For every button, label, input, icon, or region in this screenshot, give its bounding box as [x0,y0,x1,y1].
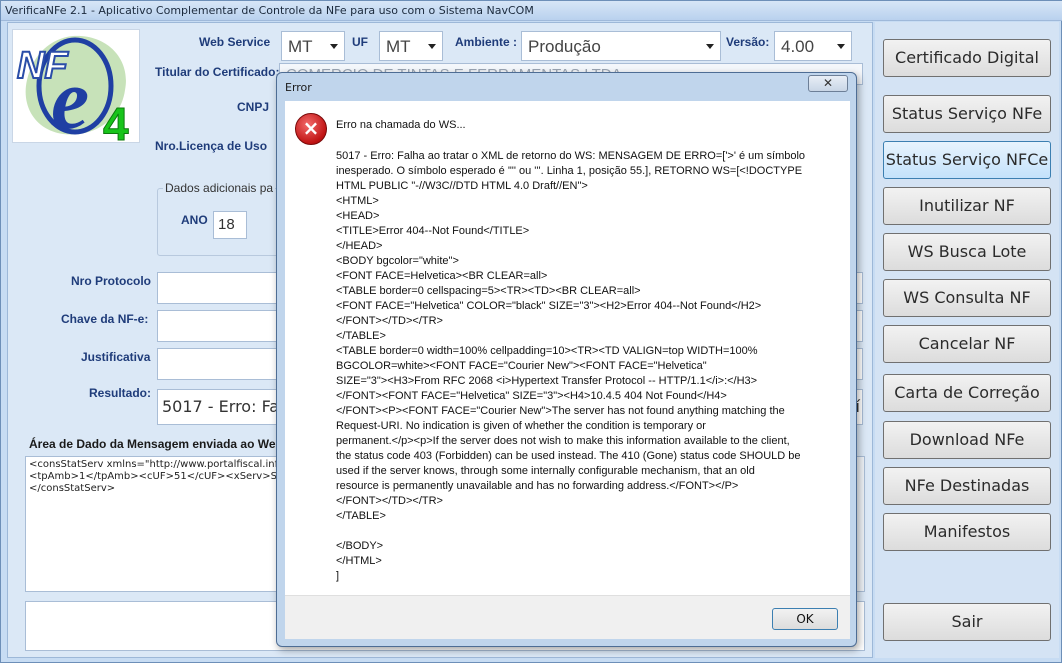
ws-busca-lote-button[interactable]: WS Busca Lote [883,233,1051,271]
dialog-message: 5017 - Erro: Falha ao tratar o XML de re… [336,149,841,584]
message-line: <TABLE border=0 cellspacing=5><TR><TD><B… [336,285,641,297]
status-servico-nfe-button[interactable]: Status Serviço NFe [883,95,1051,133]
close-icon: ✕ [822,76,834,90]
message-line: </BODY> [336,540,384,552]
message-line: BGCOLOR=white><FONT FACE="Courier New"><… [336,360,707,372]
message-line: inesperado. O símbolo esperado é '"' ou … [336,165,803,177]
sair-button[interactable]: Sair [883,603,1051,641]
message-line: <FONT FACE="Helvetica" COLOR="black" SIZ… [336,300,762,312]
resultado-value: 5017 - Erro: Fa [162,397,280,416]
carta-de-correcao-button[interactable]: Carta de Correção [883,374,1051,412]
window-title: VerificaNFe 2.1 - Aplicativo Complementa… [5,4,534,17]
message-line: Request-URI. No indication is given of w… [336,420,706,432]
logo-4-text: 4 [103,98,129,143]
nfe4-logo: NF e 4 [12,29,140,143]
message-line: <TITLE>Error 404--Not Found</TITLE> [336,225,530,237]
message-line: <TABLE border=0 width=100% cellpadding=1… [336,345,758,357]
ano-value: 18 [218,216,235,233]
ambiente-value: Produção [528,37,601,56]
message-line: the status code 403 (Forbidden) can be u… [336,450,801,462]
chave-label: Chave da NF-e: [61,312,149,326]
uf-select[interactable]: MT [379,31,443,61]
logo-e-text: e [51,51,89,143]
dialog-footer: OK [285,595,850,639]
message-line: </FONT><FONT FACE="Helvetica" SIZE="3"><… [336,390,727,402]
versao-select[interactable]: 4.00 [774,31,852,61]
web-service-select[interactable]: MT [281,31,345,61]
chevron-down-icon [330,44,338,49]
message-line: HTML PUBLIC "-//W3C//DTD HTML 4.0 Draft/… [336,180,588,192]
message-line: ] [336,570,340,582]
message-line: permanent.</p><p>If the server does not … [336,435,790,447]
message-line: </HEAD> [336,240,383,252]
message-line: resource is permanently unavailable and … [336,480,739,492]
status-servico-nfce-button[interactable]: Status Serviço NFCe [883,141,1051,179]
main-window: VerificaNFe 2.1 - Aplicativo Complementa… [0,0,1062,663]
certificado-digital-button[interactable]: Certificado Digital [883,39,1051,77]
message-line [336,524,841,539]
ws-consulta-nf-button[interactable]: WS Consulta NF [883,279,1051,317]
message-line: used if the server knows, through some i… [336,465,755,477]
message-line: <BODY bgcolor="white"> [336,255,459,267]
ambiente-select[interactable]: Produção [521,31,721,61]
message-line: </HTML> [336,555,382,567]
message-line: </FONT></TD></TR> [336,315,443,327]
web-service-label: Web Service [199,35,271,49]
download-nfe-button[interactable]: Download NFe [883,421,1051,459]
dialog-heading: Erro na chamada do WS... [336,119,466,131]
ano-input[interactable]: 18 [213,211,247,239]
error-icon: × [295,113,327,145]
message-line: SIZE="3"><H3>From RFC 2068 <i>Hypertext … [336,375,758,387]
chevron-down-icon [428,44,436,49]
uf-label: UF [352,35,368,49]
message-line: </TABLE> [336,510,386,522]
nfe-destinadas-button[interactable]: NFe Destinadas [883,467,1051,505]
dialog-title: Error [285,81,312,94]
ambiente-label: Ambiente : [455,35,518,49]
area-label: Área de Dado da Mensagem enviada ao We [29,437,276,451]
versao-value: 4.00 [781,37,815,56]
message-line: <FONT FACE=Helvetica><BR CLEAR=all> [336,270,548,282]
inutilizar-nf-button[interactable]: Inutilizar NF [883,187,1051,225]
message-line: </FONT><P><FONT FACE="Courier New">The s… [336,405,785,417]
chevron-down-icon [837,44,845,49]
dialog-close-button[interactable]: ✕ [808,75,848,92]
uf-value: MT [386,37,411,56]
versao-label: Versão: [726,35,770,49]
message-line: 5017 - Erro: Falha ao tratar o XML de re… [336,150,806,162]
cnpj-label: CNPJ [237,100,270,114]
protocolo-label: Nro Protocolo [71,274,151,288]
error-dialog: Error ✕ × Erro na chamada do WS... 5017 … [276,72,857,647]
dados-adicionais-label: Dados adicionais pa [163,181,276,195]
resultado-label: Resultado: [89,386,152,400]
message-line: <HTML> [336,195,379,207]
ano-label: ANO [181,213,208,227]
ok-button[interactable]: OK [772,608,838,630]
message-line: </TABLE> [336,330,386,342]
message-line: <HEAD> [336,210,380,222]
chevron-down-icon [706,44,714,49]
web-service-value: MT [288,37,313,56]
manifestos-button[interactable]: Manifestos [883,513,1051,551]
titular-label: Titular do Certificado: [155,65,280,79]
dialog-body: × Erro na chamada do WS... 5017 - Erro: … [285,101,850,611]
cancelar-nf-button[interactable]: Cancelar NF [883,325,1051,363]
title-bar[interactable]: VerificaNFe 2.1 - Aplicativo Complementa… [1,1,1062,21]
nfe4-logo-graphic: NF e 4 [13,30,139,143]
justificativa-label: Justificativa [81,350,151,364]
licenca-label: Nro.Licença de Uso [155,139,268,153]
message-line: </FONT></TD></TR> [336,495,443,507]
